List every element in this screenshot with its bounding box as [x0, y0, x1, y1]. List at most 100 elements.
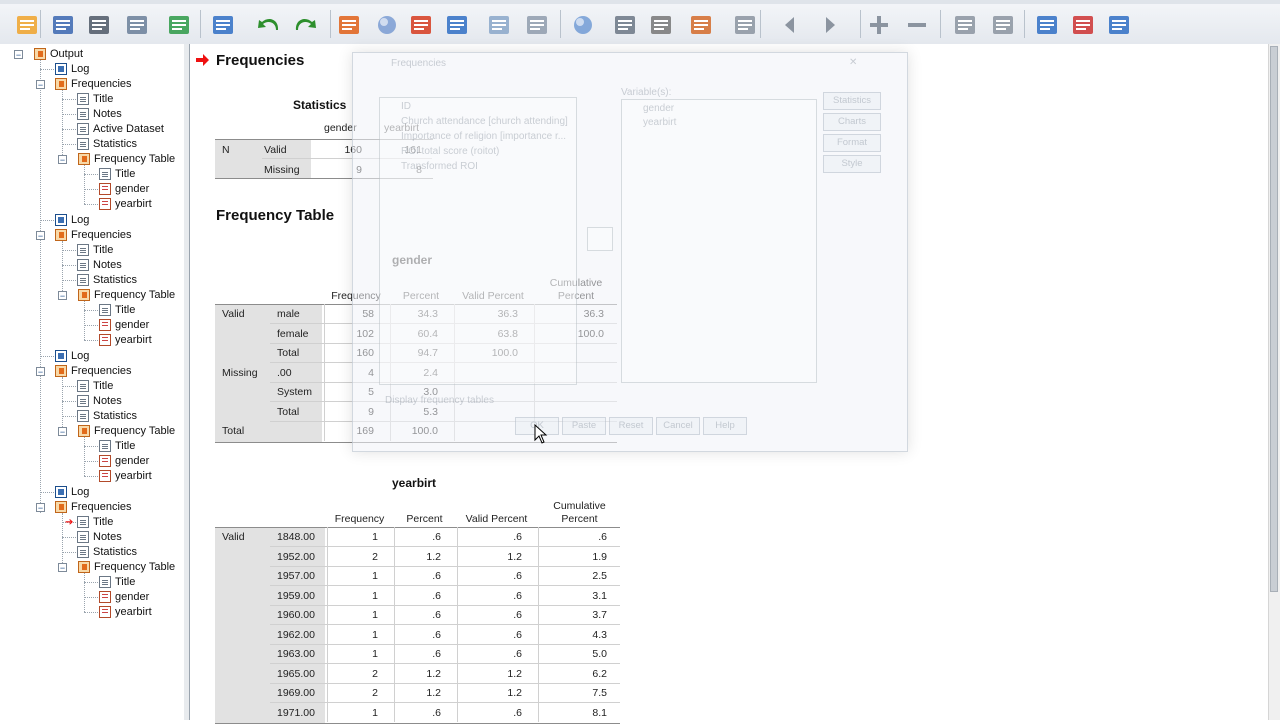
tree-frequency-table[interactable]: Frequency Table	[78, 560, 175, 574]
print-icon[interactable]	[84, 10, 114, 40]
source-variable-item[interactable]: Transformed ROI	[401, 161, 478, 172]
collapse-toggle[interactable]: −	[36, 231, 45, 241]
tree-item[interactable]: Title	[99, 303, 135, 317]
tree-frequencies[interactable]: Frequencies	[55, 364, 132, 378]
move-arrow-button[interactable]	[587, 227, 613, 251]
previous-icon[interactable]	[776, 10, 806, 40]
tree-frequencies[interactable]: Frequencies	[55, 500, 132, 514]
tree-item[interactable]: yearbirt	[99, 333, 152, 347]
goto-case-icon[interactable]	[372, 10, 402, 40]
tree-item[interactable]: Notes	[77, 258, 122, 272]
target-item[interactable]: gender	[643, 103, 674, 114]
format-button[interactable]: Format	[823, 134, 881, 152]
target-variable-list[interactable]	[621, 99, 817, 383]
use-sets-icon[interactable]	[522, 10, 552, 40]
tree-item[interactable]: Title	[77, 379, 113, 393]
help-button[interactable]: Help	[703, 417, 747, 435]
tree-frequency-table[interactable]: Frequency Table	[78, 152, 175, 166]
insert-title-icon[interactable]	[1068, 10, 1098, 40]
paste-button[interactable]: Paste	[562, 417, 606, 435]
tree-item[interactable]: ➔ Title	[65, 515, 113, 529]
show-all-icon[interactable]	[568, 10, 598, 40]
output-title[interactable]: Frequencies	[216, 52, 304, 69]
scrollbar-thumb[interactable]	[1270, 46, 1278, 592]
tree-item[interactable]: Title	[77, 243, 113, 257]
collapse-toggle[interactable]: −	[36, 367, 45, 377]
frequency-table-title[interactable]: Frequency Table	[216, 207, 334, 224]
tree-item[interactable]: gender	[99, 318, 149, 332]
tree-item[interactable]: Active Dataset	[77, 122, 164, 136]
tree-frequency-table[interactable]: Frequency Table	[78, 424, 175, 438]
expand-icon[interactable]	[864, 10, 894, 40]
tree-item[interactable]: yearbirt	[99, 605, 152, 619]
collapse-toggle[interactable]: −	[36, 80, 45, 90]
style-button[interactable]: Style	[823, 155, 881, 173]
source-variable-item[interactable]: ROI total score (roitot)	[401, 146, 499, 157]
tree-item[interactable]: Title	[99, 167, 135, 181]
insert-icon[interactable]	[646, 10, 676, 40]
goto-variable-icon[interactable]	[406, 10, 436, 40]
export-icon[interactable]	[164, 10, 194, 40]
variables-icon[interactable]	[442, 10, 472, 40]
collapse-icon[interactable]	[902, 10, 932, 40]
insert-heading-icon[interactable]	[1032, 10, 1062, 40]
charts-button[interactable]: Charts	[823, 113, 881, 131]
tree-log[interactable]: Log	[55, 349, 89, 363]
tree-item[interactable]: Title	[99, 439, 135, 453]
tree-log[interactable]: Log	[55, 62, 89, 76]
print-preview-icon[interactable]	[122, 10, 152, 40]
open-icon[interactable]	[12, 10, 42, 40]
next-icon[interactable]	[814, 10, 844, 40]
cancel-button[interactable]: Cancel	[656, 417, 700, 435]
save-icon[interactable]	[48, 10, 78, 40]
tree-item[interactable]: gender	[99, 590, 149, 604]
tree-item[interactable]: Title	[77, 92, 113, 106]
source-variable-item[interactable]: ID	[401, 101, 411, 112]
collapse-toggle[interactable]: −	[58, 291, 67, 301]
tree-item[interactable]: Title	[99, 575, 135, 589]
collapse-toggle[interactable]: −	[58, 155, 67, 165]
tree-item[interactable]: yearbirt	[99, 197, 152, 211]
goto-data-icon[interactable]	[334, 10, 364, 40]
collapse-toggle[interactable]: −	[36, 503, 45, 513]
tree-item[interactable]: Notes	[77, 394, 122, 408]
collapse-toggle[interactable]: −	[58, 563, 67, 573]
source-variable-item[interactable]: Church attendance [church attending]	[401, 116, 568, 127]
tree-item[interactable]: Statistics	[77, 409, 137, 423]
yearbirt-table-title[interactable]: yearbirt	[392, 476, 436, 490]
display-frequency-tables-checkbox[interactable]: Display frequency tables	[385, 395, 494, 406]
hide-icon[interactable]	[988, 10, 1018, 40]
show-icon[interactable]	[950, 10, 980, 40]
reset-button[interactable]: Reset	[609, 417, 653, 435]
recall-dialog-icon[interactable]	[208, 10, 238, 40]
collapse-toggle[interactable]: −	[58, 427, 67, 437]
frequencies-dialog[interactable]: Frequencies ✕ ID Church attendance [churc…	[352, 52, 908, 452]
source-variable-item[interactable]: Importance of religion [importance r...	[401, 131, 566, 142]
tree-log[interactable]: Log	[55, 213, 89, 227]
insert-text-icon[interactable]	[1104, 10, 1134, 40]
statistics-title[interactable]: Statistics	[293, 98, 346, 112]
outline-promote-icon[interactable]	[686, 10, 716, 40]
tree-root[interactable]: Output	[34, 47, 83, 61]
tree-item[interactable]: Statistics	[77, 137, 137, 151]
tree-frequency-table[interactable]: Frequency Table	[78, 288, 175, 302]
collapse-toggle[interactable]: −	[14, 50, 23, 60]
undo-icon[interactable]	[254, 10, 284, 40]
designate-window-icon[interactable]	[730, 10, 760, 40]
value-labels-icon[interactable]	[484, 10, 514, 40]
tree-item[interactable]: Statistics	[77, 273, 137, 287]
tree-item[interactable]: Notes	[77, 107, 122, 121]
tree-item[interactable]: gender	[99, 182, 149, 196]
target-item[interactable]: yearbirt	[643, 117, 676, 128]
tree-item[interactable]: Statistics	[77, 545, 137, 559]
tree-frequencies[interactable]: Frequencies	[55, 77, 132, 91]
tree-item[interactable]: Notes	[77, 530, 122, 544]
redo-icon[interactable]	[290, 10, 320, 40]
spell-check-icon[interactable]	[610, 10, 640, 40]
tree-item[interactable]: gender	[99, 454, 149, 468]
outline-tree[interactable]: − Output Log − Frequencies Title Notes Active D…	[0, 44, 185, 720]
tree-log[interactable]: Log	[55, 485, 89, 499]
statistics-button[interactable]: Statistics	[823, 92, 881, 110]
close-icon[interactable]: ✕	[849, 57, 857, 68]
tree-frequencies[interactable]: Frequencies	[55, 228, 132, 242]
